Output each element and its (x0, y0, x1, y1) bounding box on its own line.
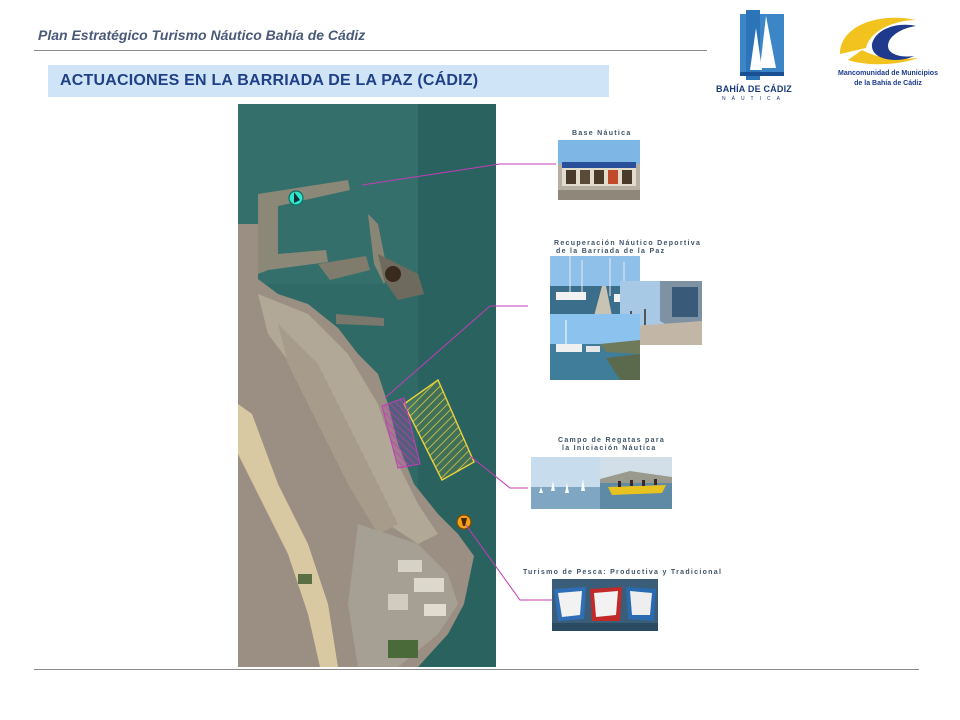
photo-base-nautica (558, 140, 640, 200)
mancomunidad-emblem-icon (840, 17, 918, 65)
bahia-de-cadiz-logo: BAHÍA DE CÁDIZ NÁUTICA (712, 8, 812, 102)
header-divider (34, 50, 707, 51)
bahia-logo-text: BAHÍA DE CÁDIZ (716, 84, 792, 94)
caption-recuperacion: Recuperación Náutico Deportiva de la Bar… (554, 240, 702, 255)
sail-logo-icon (740, 10, 784, 80)
footer-divider (34, 669, 919, 670)
section-title: ACTUACIONES EN LA BARRIADA DE LA PAZ (CÁ… (60, 72, 479, 89)
mancomunidad-text-line1: Mancomunidad de Municipios (838, 70, 938, 77)
header-title: Plan Estratégico Turismo Náutico Bahía d… (38, 27, 366, 43)
photo-regatta-sails (531, 457, 603, 509)
caption-campo-regatas: Campo de Regatas para la Iniciación Náut… (558, 437, 666, 452)
section-banner: ACTUACIONES EN LA BARRIADA DE LA PAZ (CÁ… (48, 65, 609, 97)
sailboat-marker-icon (288, 190, 304, 206)
bahia-logo-subtext: NÁUTICA (722, 96, 786, 102)
mancomunidad-logo: Mancomunidad de Municipios de la Bahía d… (826, 10, 950, 100)
fishing-marker-icon (456, 514, 472, 530)
caption-base-nautica: Base Náutica (572, 130, 632, 137)
photo-marina-canal (550, 314, 640, 380)
photo-fishing-boats (552, 579, 658, 631)
mancomunidad-text-line2: de la Bahía de Cádiz (854, 80, 922, 87)
photo-rowing-boat (600, 457, 672, 509)
aerial-map (238, 104, 496, 667)
caption-turismo-pesca: Turismo de Pesca: Productiva y Tradicion… (523, 569, 723, 576)
